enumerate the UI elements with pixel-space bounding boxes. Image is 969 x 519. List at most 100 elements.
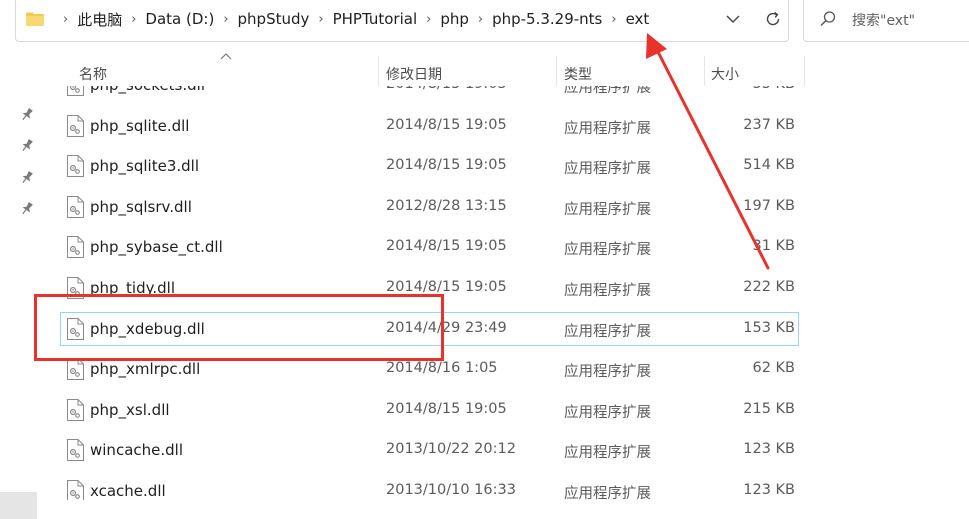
- pin-icon[interactable]: [19, 137, 35, 153]
- search-icon: [820, 11, 836, 26]
- file-modified-date: 2013/10/10 16:33: [386, 481, 516, 498]
- chevron-right-icon[interactable]: ›: [223, 12, 228, 27]
- top-bar: › 此电脑 › Data (D:) › phpStudy › PHPTutori…: [0, 0, 969, 52]
- file-size: 55 KB: [752, 86, 795, 92]
- breadcrumb: › 此电脑 › Data (D:) › phpStudy › PHPTutori…: [26, 0, 649, 38]
- address-controls: [724, 0, 782, 38]
- file-row-php-xsl-dll[interactable]: php_xsl.dll 2014/8/15 19:05 应用程序扩展 215 K…: [40, 391, 969, 432]
- breadcrumb-item-phpstudy[interactable]: phpStudy: [238, 10, 310, 28]
- dll-file-icon: [67, 398, 84, 421]
- sort-ascending-icon: [220, 53, 232, 60]
- column-headers: 名称 修改日期 类型 大小: [40, 52, 969, 86]
- dll-file-icon: [67, 439, 84, 462]
- file-row-xcache-dll[interactable]: xcache.dll 2013/10/10 16:33 应用程序扩展 123 K…: [40, 472, 969, 500]
- column-divider[interactable]: [378, 56, 379, 86]
- file-type: 应用程序扩展: [564, 201, 651, 218]
- file-row-php-sqlite-dll[interactable]: php_sqlite.dll 2014/8/15 19:05 应用程序扩展 23…: [40, 107, 969, 148]
- file-row-php-sqlsrv-dll[interactable]: php_sqlsrv.dll 2012/8/28 13:15 应用程序扩展 19…: [40, 188, 969, 229]
- file-name: php_sqlsrv.dll: [90, 197, 192, 216]
- file-size: 123 KB: [743, 481, 795, 498]
- file-name: php_sybase_ct.dll: [90, 238, 223, 257]
- file-modified-date: 2014/8/15 19:05: [386, 278, 507, 295]
- file-row-php-sockets-dll[interactable]: php_sockets.dll 2014/8/15 19:05 应用程序扩展 5…: [40, 86, 969, 107]
- refresh-icon[interactable]: [764, 10, 782, 28]
- chevron-right-icon: ›: [63, 11, 69, 27]
- breadcrumb-item-php[interactable]: php: [440, 10, 469, 28]
- file-name: php_xsl.dll: [90, 400, 170, 419]
- file-type: 应用程序扩展: [564, 445, 651, 462]
- file-modified-date: 2014/8/15 19:05: [386, 157, 507, 174]
- dll-file-icon: [67, 195, 84, 218]
- chevron-right-icon[interactable]: ›: [478, 12, 483, 27]
- chevron-right-icon[interactable]: ›: [611, 12, 616, 27]
- dll-file-icon: [67, 114, 84, 137]
- file-name: wincache.dll: [90, 441, 183, 460]
- column-header-type[interactable]: 类型: [564, 64, 592, 84]
- file-type: 应用程序扩展: [564, 242, 651, 259]
- file-row-php-sqlite3-dll[interactable]: php_sqlite3.dll 2014/8/15 19:05 应用程序扩展 5…: [40, 147, 969, 188]
- file-type: 应用程序扩展: [564, 323, 651, 340]
- column-divider[interactable]: [556, 56, 557, 86]
- file-type: 应用程序扩展: [564, 485, 651, 500]
- search-box[interactable]: 搜索"ext": [803, 0, 969, 42]
- breadcrumb-item-ext[interactable]: ext: [626, 10, 650, 28]
- file-size: 62 KB: [752, 360, 795, 377]
- file-size: 153 KB: [743, 319, 795, 336]
- file-size: 31 KB: [752, 238, 795, 255]
- file-size: 514 KB: [743, 157, 795, 174]
- file-modified-date: 2014/8/15 19:05: [386, 400, 507, 417]
- annotation-highlight-box: [34, 294, 444, 361]
- column-divider[interactable]: [704, 56, 705, 86]
- file-type: 应用程序扩展: [564, 161, 651, 178]
- file-size: 197 KB: [743, 197, 795, 214]
- nav-selected-item[interactable]: [0, 492, 37, 519]
- file-modified-date: 2014/8/15 19:05: [386, 86, 507, 92]
- file-name: php_sqlite.dll: [90, 116, 190, 135]
- breadcrumb-item-phptutorial[interactable]: PHPTutorial: [333, 10, 418, 28]
- file-type: 应用程序扩展: [564, 364, 651, 381]
- file-row-wincache-dll[interactable]: wincache.dll 2013/10/22 20:12 应用程序扩展 123…: [40, 431, 969, 472]
- column-header-name[interactable]: 名称: [79, 64, 107, 84]
- dll-file-icon: [67, 479, 84, 500]
- breadcrumb-item-this-pc[interactable]: 此电脑: [77, 9, 122, 30]
- dll-file-icon: [67, 236, 84, 259]
- pin-icon[interactable]: [19, 169, 35, 185]
- dll-file-icon: [67, 358, 84, 381]
- pin-icon[interactable]: [19, 106, 35, 122]
- pin-icon[interactable]: [19, 200, 35, 216]
- file-modified-date: 2014/8/16 1:05: [386, 360, 498, 377]
- file-modified-date: 2013/10/22 20:12: [386, 441, 516, 458]
- column-divider[interactable]: [804, 56, 805, 86]
- dll-file-icon: [67, 86, 84, 96]
- file-size: 237 KB: [743, 116, 795, 133]
- file-type: 应用程序扩展: [564, 282, 651, 299]
- column-header-size[interactable]: 大小: [711, 64, 739, 84]
- search-input[interactable]: 搜索"ext": [852, 10, 915, 30]
- file-modified-date: 2014/8/15 19:05: [386, 238, 507, 255]
- file-name: xcache.dll: [90, 481, 166, 500]
- file-modified-date: 2012/8/28 13:15: [386, 197, 507, 214]
- file-name: php_sqlite3.dll: [90, 157, 199, 176]
- file-type: 应用程序扩展: [564, 404, 651, 421]
- chevron-down-icon[interactable]: [724, 10, 742, 28]
- file-rows: php_sockets.dll 2014/8/15 19:05 应用程序扩展 5…: [40, 86, 969, 500]
- file-type: 应用程序扩展: [564, 86, 651, 96]
- file-row-php-sybase-ct-dll[interactable]: php_sybase_ct.dll 2014/8/15 19:05 应用程序扩展…: [40, 228, 969, 269]
- navigation-pane: [0, 52, 40, 519]
- file-size: 222 KB: [743, 278, 795, 295]
- chevron-right-icon[interactable]: ›: [131, 12, 136, 27]
- folder-icon: [26, 12, 44, 26]
- file-modified-date: 2014/8/15 19:05: [386, 116, 507, 133]
- file-size: 123 KB: [743, 441, 795, 458]
- chevron-right-icon[interactable]: ›: [318, 12, 323, 27]
- file-name: php_xmlrpc.dll: [90, 360, 201, 379]
- file-type: 应用程序扩展: [564, 120, 651, 137]
- breadcrumb-item-drive[interactable]: Data (D:): [145, 10, 214, 28]
- chevron-right-icon[interactable]: ›: [426, 12, 431, 27]
- breadcrumb-item-php-version[interactable]: php-5.3.29-nts: [492, 10, 602, 28]
- address-bar[interactable]: › 此电脑 › Data (D:) › phpStudy › PHPTutori…: [15, 0, 789, 42]
- column-header-date[interactable]: 修改日期: [386, 64, 442, 84]
- file-size: 215 KB: [743, 400, 795, 417]
- file-list[interactable]: php_sockets.dll 2014/8/15 19:05 应用程序扩展 5…: [40, 86, 969, 500]
- file-name: php_sockets.dll: [90, 86, 205, 94]
